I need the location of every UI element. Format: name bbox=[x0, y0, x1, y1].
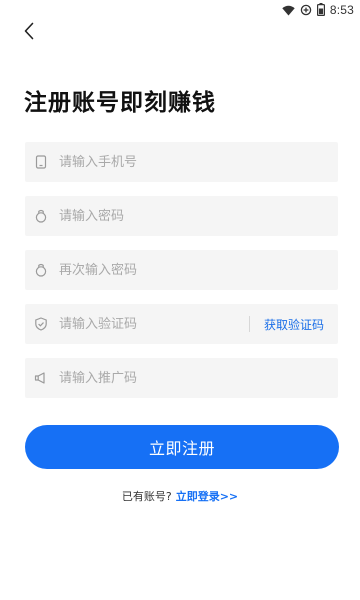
referral-code-input[interactable] bbox=[59, 360, 338, 396]
phone-icon bbox=[34, 155, 48, 169]
status-time: 8:53 bbox=[329, 3, 354, 17]
lock-icon bbox=[34, 263, 48, 277]
login-prompt-text: 已有账号? bbox=[121, 490, 172, 503]
status-bar-right: 8:53 bbox=[282, 2, 354, 18]
phone-input[interactable] bbox=[59, 144, 338, 180]
megaphone-icon bbox=[34, 371, 48, 385]
page-title: 注册账号即刻赚钱 bbox=[24, 90, 216, 116]
lock-icon bbox=[34, 209, 48, 223]
password-field[interactable] bbox=[25, 196, 338, 236]
verification-code-field[interactable]: 获取验证码 bbox=[25, 304, 338, 344]
phone-field[interactable] bbox=[25, 142, 338, 182]
verification-code-input[interactable] bbox=[59, 306, 249, 342]
back-button[interactable] bbox=[17, 21, 41, 45]
get-code-button[interactable]: 获取验证码 bbox=[250, 316, 338, 333]
battery-saver-icon bbox=[300, 1, 312, 20]
status-bar: 8:53 bbox=[0, 0, 360, 20]
password-input[interactable] bbox=[59, 198, 338, 234]
shield-check-icon bbox=[34, 317, 48, 331]
register-button[interactable]: 立即注册 bbox=[25, 425, 339, 469]
confirm-password-input[interactable] bbox=[59, 252, 338, 288]
chevron-left-icon bbox=[23, 22, 35, 44]
wifi-icon bbox=[282, 1, 295, 20]
login-prompt-row: 已有账号? 立即登录>> bbox=[0, 488, 360, 504]
login-link[interactable]: 立即登录>> bbox=[176, 490, 238, 503]
referral-code-field[interactable] bbox=[25, 358, 338, 398]
battery-icon bbox=[316, 1, 325, 20]
confirm-password-field[interactable] bbox=[25, 250, 338, 290]
